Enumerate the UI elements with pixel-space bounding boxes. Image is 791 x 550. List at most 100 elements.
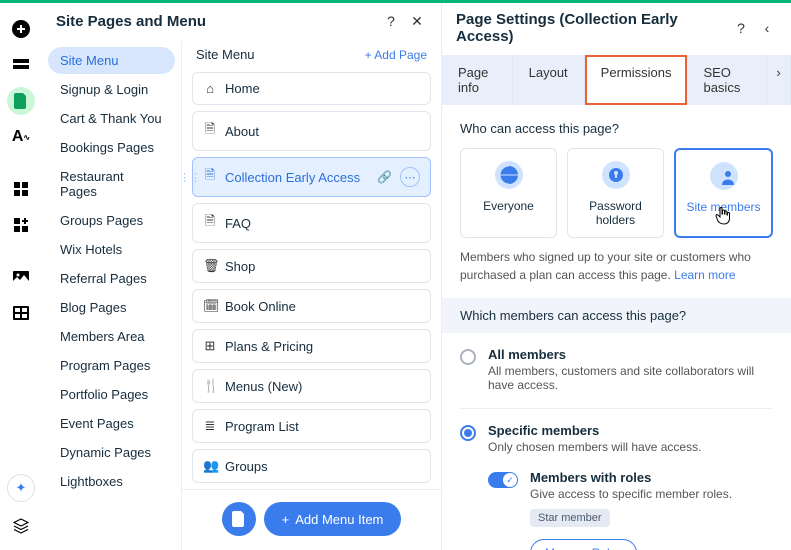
sidebar-item-referral-pages[interactable]: Referral Pages [48,265,175,292]
opt-all-desc: All members, customers and site collabor… [488,364,773,392]
left-rail: A∿ ✦ [0,3,42,550]
page-icon: 🗎 [203,120,217,142]
page-label: About [225,124,259,139]
opt-spec-desc: Only chosen members will have access. [488,440,773,454]
drag-handle-icon[interactable]: ⋮⋮ [182,171,201,184]
sidebar-item-portfolio-pages[interactable]: Portfolio Pages [48,381,175,408]
page-icon: 🗎 [203,212,217,234]
radio-specific-members[interactable] [460,425,476,441]
page-label: Book Online [225,299,296,314]
page-label: Home [225,81,260,96]
right-panel-title: Page Settings (Collection Early Access) [456,11,725,45]
help-icon[interactable]: ? [381,11,401,31]
roles-toggle[interactable] [488,472,518,488]
roles-title: Members with roles [530,470,773,485]
sidebar-item-groups-pages[interactable]: Groups Pages [48,207,175,234]
page-item[interactable]: 🗑 Shop [192,249,431,283]
sidebar-item-site-menu[interactable]: Site Menu [48,47,175,74]
which-members-bar: Which members can access this page? [442,298,791,333]
help-text: Members who signed up to your site or cu… [460,248,773,284]
add-apps-icon[interactable] [7,211,35,239]
sidebar-item-blog-pages[interactable]: Blog Pages [48,294,175,321]
tabs-scroll-right[interactable]: › [767,55,791,105]
sidebar-item-dynamic-pages[interactable]: Dynamic Pages [48,439,175,466]
page-item[interactable]: 🗓 Book Online [192,289,431,323]
page-icon: 🍴 [203,378,217,394]
page-item[interactable]: 🗎 FAQ [192,203,431,243]
perm-card-password-holders[interactable]: Password holders [567,148,664,238]
card-label: Everyone [467,199,550,213]
link-icon[interactable]: 🔗 [377,170,392,184]
sidebar-item-restaurant-pages[interactable]: Restaurant Pages [48,163,175,205]
page-item[interactable]: ⋮⋮🗎Collection Early Access🔗⋯ [192,157,431,197]
page-item[interactable]: 🗎 About [192,111,431,151]
page-label: Plans & Pricing [225,339,313,354]
pages-icon[interactable] [7,51,35,79]
close-icon[interactable]: ✕ [407,11,427,31]
who-question: Who can access this page? [460,121,773,136]
page-label: Program List [225,419,299,434]
page-icon: ⊞ [203,338,217,354]
tab-page-info[interactable]: Page info [442,55,513,105]
page-label: Shop [225,259,255,274]
page-label: Collection Early Access [225,170,360,185]
learn-more-link[interactable]: Learn more [674,268,735,282]
page-item[interactable]: 👥 Groups [192,449,431,483]
page-icon: ≣ [203,418,217,434]
more-icon[interactable]: ⋯ [400,167,420,187]
page-label: FAQ [225,216,251,231]
content-title: Site Menu [196,47,365,62]
typography-icon[interactable]: A∿ [7,123,35,151]
sidebar-item-program-pages[interactable]: Program Pages [48,352,175,379]
pages-round-button[interactable] [222,502,256,536]
sparkle-icon[interactable]: ✦ [7,474,35,502]
tab-permissions[interactable]: Permissions [585,55,688,105]
sidebar-item-event-pages[interactable]: Event Pages [48,410,175,437]
page-label: Menus (New) [225,379,302,394]
pages-active-icon[interactable] [7,87,35,115]
card-label: Site members [682,200,765,214]
back-icon[interactable]: ‹ [757,18,777,38]
apps-icon[interactable] [7,175,35,203]
opt-spec-title: Specific members [488,423,773,438]
media-icon[interactable] [7,263,35,291]
radio-all-members[interactable] [460,349,476,365]
sidebar-item-signup-login[interactable]: Signup & Login [48,76,175,103]
cms-icon[interactable] [7,299,35,327]
tab-layout[interactable]: Layout [513,55,585,105]
add-page-link[interactable]: + Add Page [365,48,427,62]
page-item[interactable]: ⌂ Home [192,72,431,105]
layers-icon[interactable] [7,512,35,540]
page-label: Groups [225,459,268,474]
page-icon: 🗎 [203,166,217,188]
left-panel-title: Site Pages and Menu [56,13,375,30]
page-item[interactable]: 🍴 Menus (New) [192,369,431,403]
sidebar-item-cart-thank-you[interactable]: Cart & Thank You [48,105,175,132]
page-icon: 🗑 [203,258,217,274]
sidebar-item-bookings-pages[interactable]: Bookings Pages [48,134,175,161]
sidebar-item-lightboxes[interactable]: Lightboxes [48,468,175,495]
page-icon: 👥 [203,458,217,474]
page-item[interactable]: ≣ Program List [192,409,431,443]
roles-desc: Give access to specific member roles. [530,487,773,501]
help-icon[interactable]: ? [731,18,751,38]
page-icon: 🗓 [203,298,217,314]
page-icon: ⌂ [203,81,217,96]
add-icon[interactable] [7,15,35,43]
manage-roles-button[interactable]: Manage Roles [530,539,637,550]
card-icon [495,161,523,189]
card-icon [710,162,738,190]
sidebar-item-wix-hotels[interactable]: Wix Hotels [48,236,175,263]
add-menu-item-button[interactable]: +Add Menu Item [264,502,402,536]
tab-seo-basics[interactable]: SEO basics [687,55,767,105]
page-item[interactable]: ⊞ Plans & Pricing [192,329,431,363]
card-label: Password holders [574,199,657,227]
perm-card-everyone[interactable]: Everyone [460,148,557,238]
card-icon [602,161,630,189]
opt-all-title: All members [488,347,773,362]
role-chip[interactable]: Star member [530,509,610,527]
perm-card-site-members[interactable]: Site members [674,148,773,238]
sidebar-item-members-area[interactable]: Members Area [48,323,175,350]
site-menu-list: Site MenuSignup & LoginCart & Thank YouB… [42,41,182,550]
page-list: ⌂Home🗎About⋮⋮🗎Collection Early Access🔗⋯🗎… [182,72,441,489]
